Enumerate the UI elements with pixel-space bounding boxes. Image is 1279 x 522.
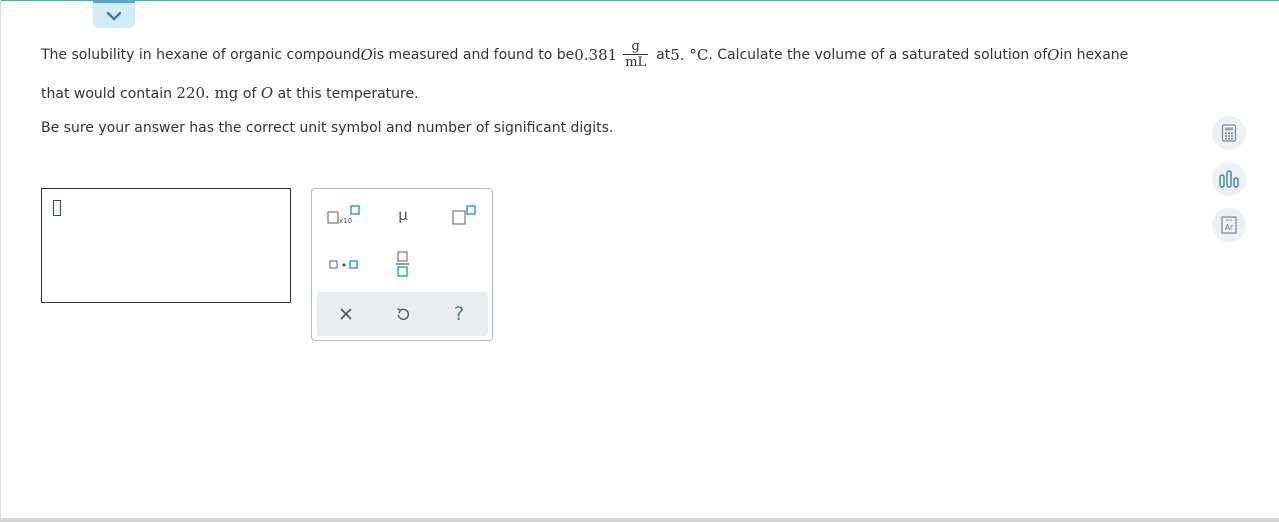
data-chart-button[interactable]: [1212, 162, 1246, 196]
undo-icon: [397, 308, 409, 320]
temperature-value: 5. °C: [670, 46, 709, 64]
input-placeholder-box: [53, 200, 61, 216]
mass-value: 220. mg: [176, 84, 239, 102]
calculator-button[interactable]: [1212, 116, 1246, 150]
question-text-segment: that would contain: [41, 86, 177, 102]
left-border: [0, 0, 1, 522]
solubility-unit-fraction: g mL: [623, 39, 649, 70]
question-text-segment: in hexane: [1059, 47, 1129, 63]
periodic-table-button[interactable]: Ar: [1212, 208, 1246, 242]
compound-symbol: O: [360, 46, 373, 64]
help-button[interactable]: ?: [444, 299, 474, 329]
svg-text:x10: x10: [339, 217, 352, 225]
palette-footer: ?: [317, 292, 488, 336]
top-border: [0, 0, 1279, 1]
help-icon: ?: [453, 303, 465, 325]
close-icon: [340, 308, 352, 320]
superscript-button[interactable]: [446, 201, 480, 229]
superscript-icon: [452, 205, 476, 225]
fraction-icon: [396, 251, 409, 277]
scientific-notation-icon: x10: [327, 205, 360, 225]
question-text-segment: The solubility in hexane of organic comp…: [41, 47, 361, 63]
svg-text:Ar: Ar: [1225, 223, 1234, 232]
collapse-toggle-button[interactable]: [93, 0, 135, 28]
unit-denominator: mL: [623, 54, 649, 70]
scientific-notation-button[interactable]: x10: [322, 201, 366, 229]
bar-chart-icon: [1219, 170, 1239, 188]
math-palette: x10 μ ?: [311, 188, 493, 341]
undo-button[interactable]: [388, 299, 418, 329]
question-text-segment: at this temperature.: [277, 86, 419, 102]
answer-input[interactable]: [41, 188, 291, 303]
question-text-segment: is measured and found to be: [372, 47, 575, 63]
periodic-table-icon: Ar: [1221, 216, 1237, 234]
question-line-2: that would contain 220. mg of O at this …: [41, 84, 419, 103]
chevron-down-icon: [106, 11, 122, 20]
bottom-bar: [0, 518, 1279, 522]
clear-button[interactable]: [331, 299, 361, 329]
compound-symbol: O: [1047, 46, 1060, 64]
question-line-1: The solubility in hexane of organic comp…: [41, 39, 1129, 71]
calculator-icon: [1221, 124, 1237, 142]
multiply-dot-button[interactable]: [322, 251, 366, 279]
mu-button[interactable]: μ: [388, 201, 418, 229]
compound-symbol: O: [260, 84, 274, 102]
multiply-dot-icon: [329, 260, 358, 269]
instruction-text: Be sure your answer has the correct unit…: [41, 120, 614, 136]
mu-label: μ: [398, 206, 408, 224]
solubility-value: 0.381: [574, 46, 618, 64]
question-text-segment: of: [242, 86, 261, 102]
question-text-segment: . Calculate the volume of a saturated so…: [708, 47, 1048, 63]
unit-numerator: g: [631, 39, 640, 54]
fraction-button[interactable]: [388, 247, 418, 281]
question-text-segment: at: [656, 47, 671, 63]
